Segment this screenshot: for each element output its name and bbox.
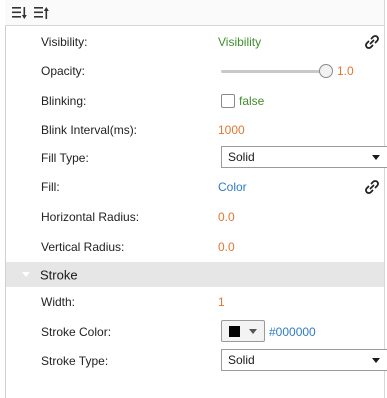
- stroke-section-header[interactable]: Stroke: [6, 262, 384, 287]
- blinking-value[interactable]: false: [239, 94, 264, 108]
- stroke-section-title: Stroke: [40, 267, 78, 282]
- row-opacity: Opacity: 1.0: [6, 56, 384, 85]
- visibility-label: Visibility:: [41, 34, 88, 49]
- link-icon[interactable]: [364, 34, 380, 50]
- chevron-down-icon: [372, 358, 380, 363]
- row-horizontal-radius: Horizontal Radius: 0.0: [6, 202, 384, 231]
- property-toolbar: [5, 0, 384, 26]
- blink-interval-value[interactable]: 1000: [218, 123, 245, 137]
- blinking-label: Blinking:: [41, 93, 87, 108]
- vertical-radius-value[interactable]: 0.0: [218, 240, 235, 254]
- stroke-type-selected: Solid: [228, 353, 255, 367]
- opacity-slider-track[interactable]: [221, 70, 331, 73]
- stroke-color-hex[interactable]: #000000: [269, 325, 316, 339]
- opacity-label: Opacity:: [41, 63, 86, 78]
- row-fill-type: Fill Type: Solid: [6, 143, 387, 172]
- sort-alphabetical-icon[interactable]: [34, 5, 50, 21]
- color-swatch: [229, 326, 240, 337]
- sort-categorized-icon[interactable]: [12, 5, 28, 21]
- blinking-checkbox[interactable]: [221, 93, 235, 108]
- horizontal-radius-value[interactable]: 0.0: [218, 210, 235, 224]
- row-stroke-width: Width: 1: [6, 287, 384, 316]
- opacity-value: 1.0: [337, 63, 354, 78]
- row-stroke-color: Stroke Color: #000000: [6, 317, 384, 346]
- row-fill: Fill: Color: [6, 172, 384, 201]
- fill-type-select[interactable]: Solid: [221, 146, 387, 168]
- stroke-type-select[interactable]: Solid: [221, 349, 387, 371]
- visibility-value[interactable]: Visibility: [218, 35, 261, 49]
- fill-value[interactable]: Color: [218, 180, 247, 194]
- fill-type-label: Fill Type:: [41, 150, 89, 165]
- chevron-down-icon: [249, 329, 257, 334]
- property-panel: Visibility: Visibility Opacity: 1.0 Blin…: [0, 0, 387, 398]
- row-blinking: Blinking: false: [6, 86, 384, 115]
- link-icon[interactable]: [364, 179, 380, 195]
- stroke-color-label: Stroke Color:: [41, 324, 112, 339]
- panel-right-border: [384, 0, 385, 398]
- row-blink-interval: Blink Interval(ms): 1000: [6, 115, 384, 144]
- row-stroke-type: Stroke Type: Solid: [6, 346, 387, 375]
- stroke-width-label: Width:: [41, 294, 76, 309]
- stroke-color-picker[interactable]: [221, 320, 265, 342]
- row-visibility: Visibility: Visibility: [6, 27, 384, 56]
- row-vertical-radius: Vertical Radius: 0.0: [6, 232, 384, 261]
- vertical-radius-label: Vertical Radius:: [41, 239, 125, 254]
- horizontal-radius-label: Horizontal Radius:: [41, 209, 140, 224]
- collapse-triangle-icon[interactable]: [22, 272, 30, 277]
- stroke-type-label: Stroke Type:: [41, 353, 109, 368]
- blink-interval-label: Blink Interval(ms):: [41, 122, 138, 137]
- fill-type-selected: Solid: [228, 150, 255, 164]
- fill-label: Fill:: [41, 179, 60, 194]
- opacity-slider-thumb[interactable]: [319, 64, 333, 78]
- chevron-down-icon: [372, 155, 380, 160]
- stroke-width-value[interactable]: 1: [218, 295, 225, 309]
